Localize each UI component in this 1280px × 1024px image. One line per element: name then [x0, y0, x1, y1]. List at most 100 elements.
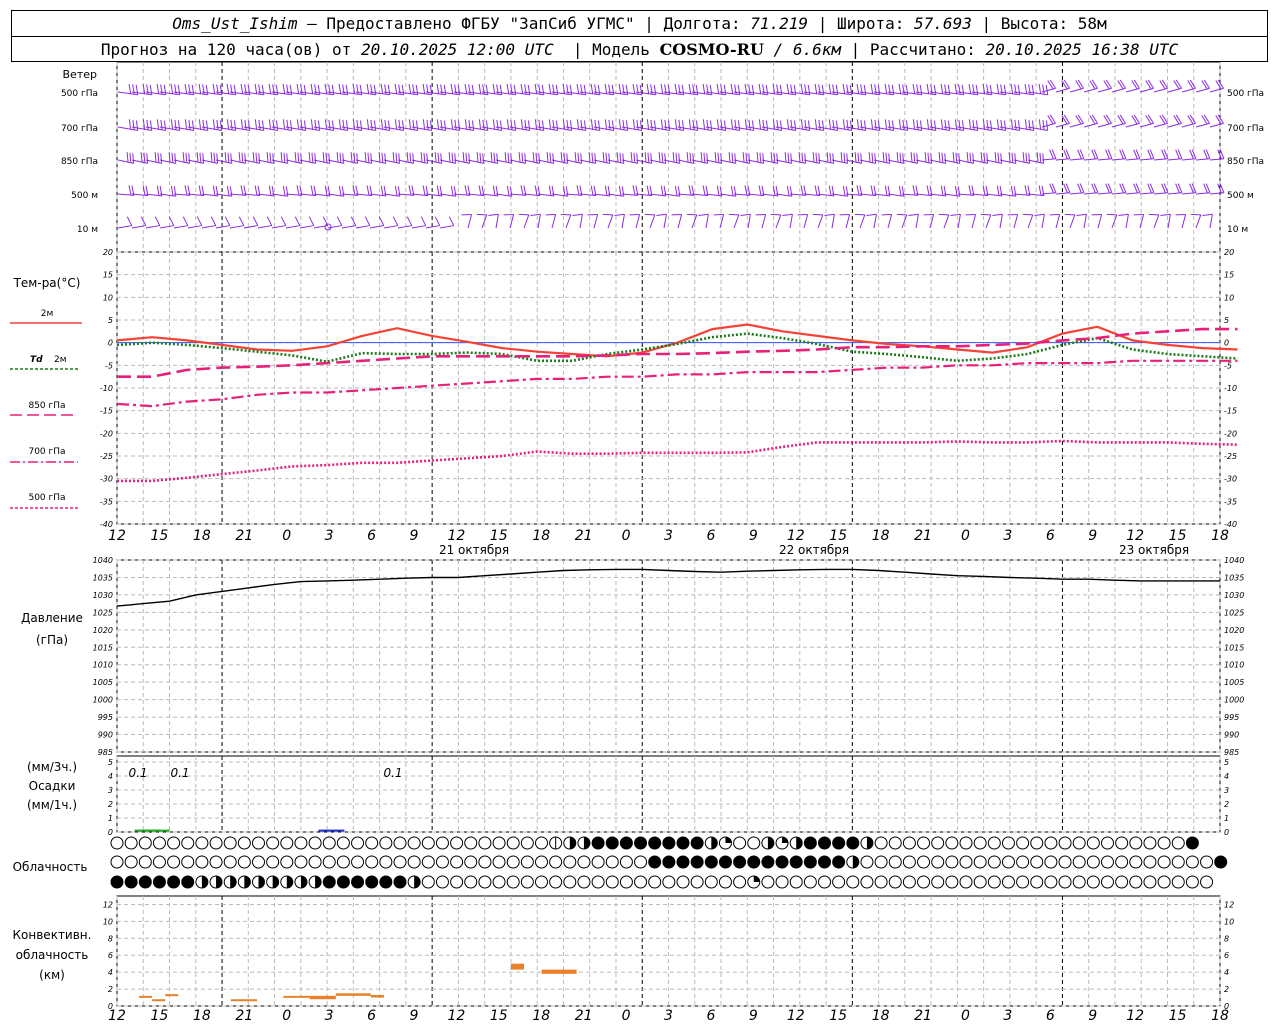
wind-barb [1041, 192, 1056, 195]
wind-barb-feather [740, 213, 751, 216]
pres-tick-left: 1030 [93, 591, 113, 600]
cloud-symbol [365, 836, 379, 850]
wind-barb [677, 214, 683, 229]
cloud-symbol [775, 875, 789, 889]
wind-barb-feather [286, 84, 289, 95]
wind-barb-feather [268, 119, 272, 130]
wind-barb-feather [891, 84, 895, 95]
wind-barb-feather [478, 83, 482, 94]
cloud-symbol [648, 875, 662, 889]
wind-barb-feather [513, 84, 517, 95]
wind-barb [761, 193, 778, 197]
wind-barb-feather [342, 84, 345, 95]
legend-t2m: 2м [41, 309, 54, 319]
cloud-symbol [577, 855, 591, 869]
cloud-symbol [407, 836, 421, 850]
cloud-symbol [110, 836, 124, 850]
conv-tick-left: 8 [108, 934, 113, 943]
wind-barb-feather [546, 152, 549, 163]
wind-barb-feather [566, 153, 569, 164]
cloud-symbol [520, 836, 534, 850]
wind-barb-feather [856, 83, 860, 94]
wind-barb-feather [129, 152, 132, 163]
cloud-symbol [874, 855, 888, 869]
cloud-symbol [846, 875, 860, 889]
wind-barb-feather [380, 119, 384, 130]
wind-barb-feather [688, 119, 692, 130]
wind-barb-feather [829, 152, 832, 163]
cloud-symbol [973, 855, 987, 869]
wind-barb-feather [703, 152, 706, 163]
wind-barb-feather [730, 119, 734, 130]
wind-barb [705, 193, 722, 197]
pres-tick-left: 1025 [93, 608, 113, 617]
wind-barb-feather [793, 84, 797, 95]
hour-tick-top: 6 [706, 528, 715, 544]
wind-barb-feather [1010, 119, 1014, 130]
pres-tick-left: 1040 [93, 556, 113, 565]
wind-barb-feather [695, 84, 699, 95]
wind-barb-feather [482, 153, 485, 164]
cloud-half [583, 837, 590, 849]
wind-barb-feather [384, 153, 387, 164]
wind-barb-feather [240, 83, 244, 94]
cloud-symbol [591, 875, 605, 889]
wind-barb-feather [266, 152, 269, 163]
wind-barb-feather [622, 119, 625, 130]
wind-barb-feather [658, 152, 661, 163]
wind-barb-feather [341, 186, 345, 197]
wind-barb [355, 225, 370, 229]
wind-barb-feather [885, 152, 888, 163]
wind-barb-feather [398, 153, 401, 164]
wind-barb [1097, 158, 1112, 161]
wind-barb-feather [226, 185, 230, 196]
wind-barb [1139, 122, 1154, 128]
wind-barb [747, 214, 751, 229]
wind-barb-feather [968, 185, 972, 196]
hour-tick-top: 18 [193, 528, 211, 544]
wind-barb-feather [1010, 185, 1014, 196]
wind-barb-feather [1118, 213, 1129, 216]
cloud-symbol [435, 855, 449, 869]
wind-barb-feather [394, 83, 398, 94]
cloud-symbol [450, 855, 464, 869]
wind-barb-feather [702, 185, 706, 196]
wind-barb-feather [132, 119, 135, 130]
wind-barb [257, 159, 274, 164]
wind-barb-feather [748, 153, 751, 164]
wind-barb-feather [661, 152, 664, 163]
cloud-symbol [478, 836, 492, 850]
cloud-symbol [832, 855, 846, 869]
temp-tick-left: -5 [105, 361, 113, 370]
wind-barb-feather [548, 119, 552, 130]
hour-tick-bottom: 0 [961, 1008, 970, 1024]
wind-label: Ветер [63, 68, 97, 81]
wind-barb-feather [126, 216, 133, 226]
wind-barb [1209, 122, 1224, 128]
conv-tick-right: 12 [1224, 900, 1234, 909]
wind-barb [1181, 192, 1196, 195]
wind-barb-feather [980, 152, 983, 163]
wind-barb [1069, 158, 1084, 161]
wind-barb-feather [254, 185, 258, 196]
wind-barb [929, 193, 946, 197]
wind-barb [859, 193, 876, 197]
wind-barb [285, 225, 300, 229]
wind-barb-feather [534, 119, 538, 130]
wind-barb [201, 159, 218, 164]
wind-barb [1153, 87, 1168, 93]
wind-barb-feather [415, 84, 419, 95]
wind-barb-feather [212, 119, 216, 130]
wind-barb-feather [380, 83, 384, 94]
wind-barb-feather [188, 119, 191, 130]
wind-barb-feather [1203, 79, 1210, 89]
cloud-symbol [917, 875, 931, 889]
wind-barb-feather [790, 153, 793, 164]
cloud-symbol [506, 875, 520, 889]
cloud-symbol [676, 836, 690, 850]
cloud-symbol [520, 855, 534, 869]
hour-tick-top: 0 [282, 528, 291, 544]
wind-barb-feather [268, 83, 272, 94]
precip-tick-left: 0 [108, 828, 113, 837]
wind-barb-feather [478, 119, 482, 130]
